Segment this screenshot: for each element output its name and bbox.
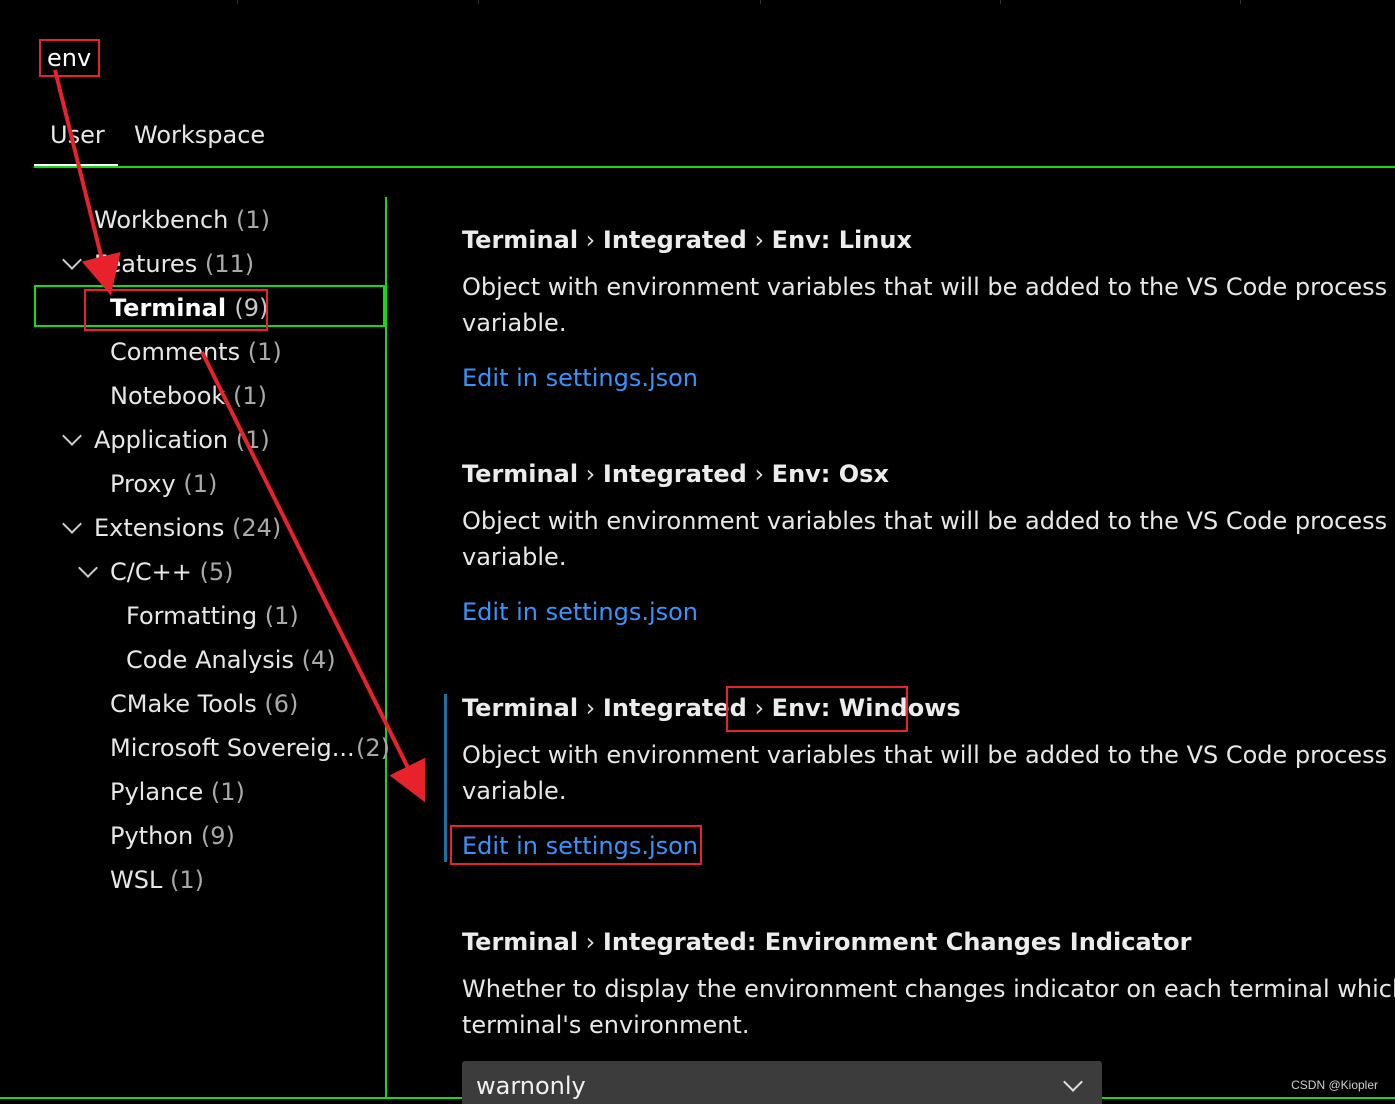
toc-item-label: Extensions (94, 514, 225, 542)
setting-focus-indicator (444, 694, 447, 862)
toc-item-label: C/C++ (110, 558, 192, 586)
toc-item-label: Code Analysis (126, 646, 294, 674)
toc-item-count: (1) (247, 338, 282, 366)
setting-description: variable. (462, 543, 567, 571)
edit-in-settings-json-link[interactable]: Edit in settings.json (462, 595, 698, 629)
toc-item-workbench[interactable]: Workbench (1) (94, 203, 270, 237)
chevron-down-icon[interactable] (78, 558, 98, 578)
setting-description: Object with environment variables that w… (462, 741, 1395, 769)
toc-item-application[interactable]: Application (1) (94, 423, 270, 457)
toc-item-count: (1) (210, 778, 245, 806)
toc-item-label: WSL (110, 866, 163, 894)
chevron-down-icon[interactable] (62, 250, 82, 270)
chevron-down-icon (1063, 1072, 1083, 1092)
toc-item-count: (1) (236, 206, 271, 234)
toc-item-count: (2) (356, 734, 390, 762)
search-highlight-box (39, 39, 100, 77)
toc-item-pylance[interactable]: Pylance (1) (110, 775, 245, 809)
tab-workspace[interactable]: Workspace (134, 118, 265, 152)
select-value: warnonly (476, 1072, 586, 1100)
toc-item-features[interactable]: Features (11) (94, 247, 254, 281)
toc-item-count: (4) (301, 646, 336, 674)
toc-item-label: Application (94, 426, 229, 454)
tab-user[interactable]: User (50, 118, 105, 152)
toc-item-count: (1) (183, 470, 218, 498)
toc-item-count: (11) (204, 250, 255, 278)
toc-item-label: Pylance (110, 778, 204, 806)
toc-item-proxy[interactable]: Proxy (1) (110, 467, 217, 501)
toc-item-formatting[interactable]: Formatting (1) (126, 599, 299, 633)
toc-item-count: (5) (199, 558, 234, 586)
setting-title-environment-changes-indicator: Terminal › Integrated: Environment Chang… (462, 928, 1192, 956)
toc-item-python[interactable]: Python (9) (110, 819, 235, 853)
toc-item-label: Microsoft Sovereig... (110, 734, 355, 762)
toc-item-label: CMake Tools (110, 690, 257, 718)
toc-item-notebook[interactable]: Notebook (1) (110, 379, 267, 413)
toc-item-microsoft-sovereign-count: (2) (356, 731, 390, 765)
settings-editor: env User Workspace Workbench (1) Feature… (0, 0, 1395, 1104)
setting-description: variable. (462, 777, 567, 805)
toc-item-label: Workbench (94, 206, 229, 234)
setting-title-env-linux: Terminal › Integrated › Env: Linux (462, 226, 912, 254)
setting-title-env-osx: Terminal › Integrated › Env: Osx (462, 460, 889, 488)
toc-item-cmake-tools[interactable]: CMake Tools (6) (110, 687, 298, 721)
toc-item-microsoft-sovereign[interactable]: Microsoft Sovereig... (110, 731, 355, 765)
toc-item-count: (24) (231, 514, 282, 542)
chevron-down-icon[interactable] (62, 426, 82, 446)
toc-item-label: Notebook (110, 382, 226, 410)
setting-description: Object with environment variables that w… (462, 273, 1395, 301)
toc-item-count: (9) (200, 822, 235, 850)
edit-in-settings-json-link[interactable]: Edit in settings.json (462, 361, 698, 395)
top-divider-ticks (0, 0, 1395, 4)
toc-item-extensions[interactable]: Extensions (24) (94, 511, 281, 545)
terminal-highlight-box (84, 289, 268, 331)
toc-item-count: (1) (235, 426, 270, 454)
setting-description: Whether to display the environment chang… (462, 975, 1395, 1003)
toc-item-label: Comments (110, 338, 241, 366)
toc-item-label: Python (110, 822, 194, 850)
green-horizontal-line (34, 166, 1395, 168)
green-vertical-line (385, 197, 387, 1097)
toc-item-count: (1) (264, 602, 299, 630)
toc-item-count: (1) (232, 382, 267, 410)
environment-changes-indicator-select[interactable]: warnonly (462, 1061, 1102, 1104)
toc-item-label: Features (94, 250, 198, 278)
toc-item-cpp[interactable]: C/C++ (5) (110, 555, 233, 589)
watermark: CSDN @Kiopler (1291, 1078, 1378, 1092)
setting-description: Object with environment variables that w… (462, 507, 1395, 535)
env-windows-highlight-box (726, 686, 908, 732)
setting-description: variable. (462, 309, 567, 337)
toc-item-count: (1) (169, 866, 204, 894)
toc-item-label: Formatting (126, 602, 258, 630)
toc-item-label: Proxy (110, 470, 176, 498)
toc-item-wsl[interactable]: WSL (1) (110, 863, 204, 897)
setting-description: terminal's environment. (462, 1011, 750, 1039)
toc-item-code-analysis[interactable]: Code Analysis (4) (126, 643, 336, 677)
edit-link-highlight-box (450, 825, 702, 865)
chevron-down-icon[interactable] (62, 514, 82, 534)
toc-item-count: (6) (264, 690, 299, 718)
toc-item-comments[interactable]: Comments (1) (110, 335, 282, 369)
